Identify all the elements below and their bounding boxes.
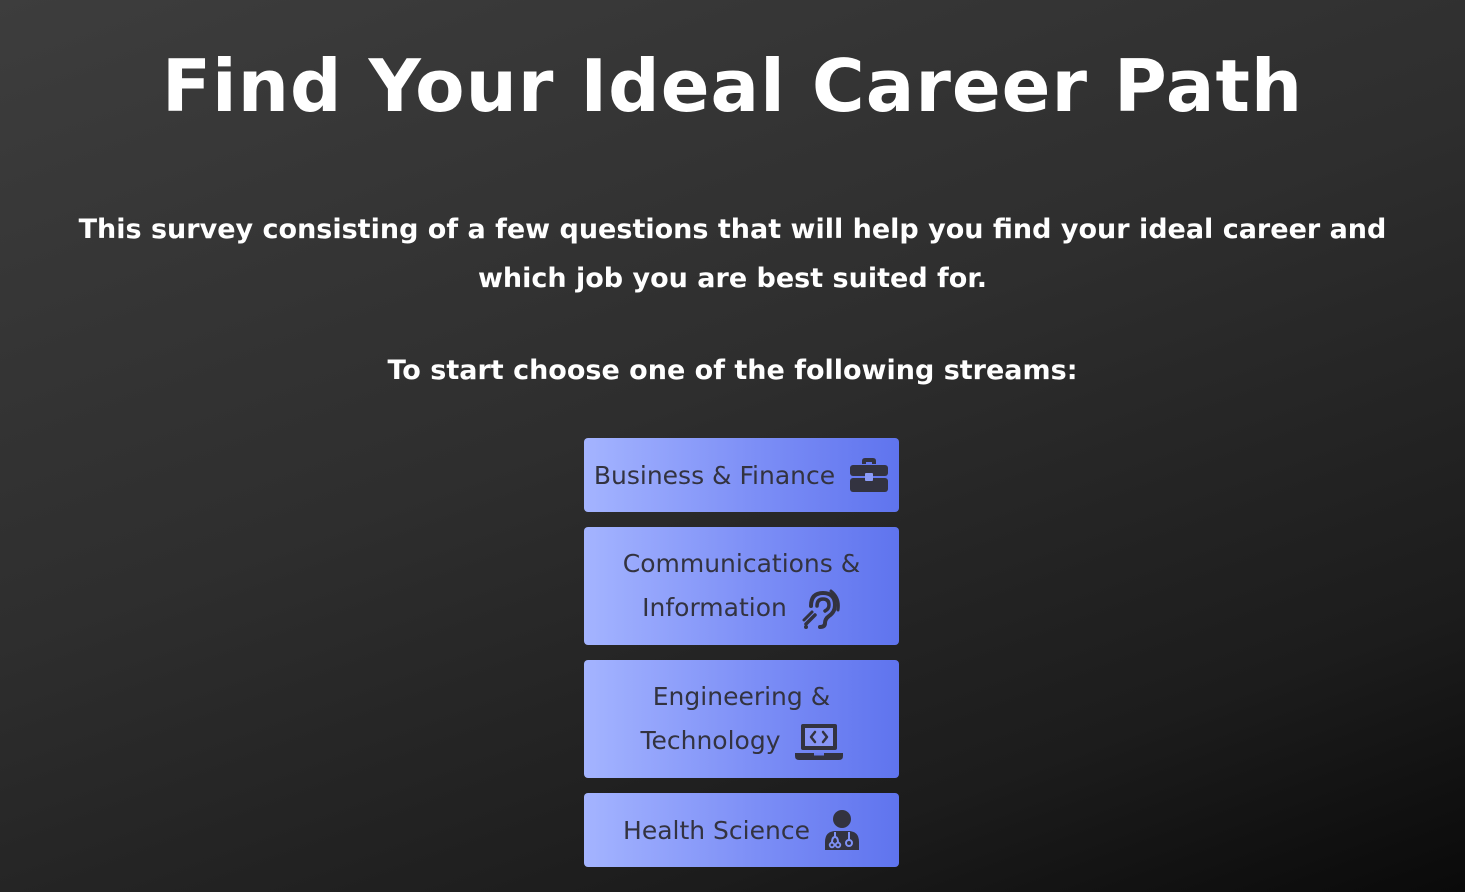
communications-information-button[interactable]: Communications & Information [584,527,899,645]
health-science-label: Health Science [623,815,810,845]
business-finance-label: Business & Finance [593,460,836,490]
engineering-technology-button[interactable]: Engineering & Technology [584,660,899,778]
briefcase-icon [849,458,889,492]
business-finance-button[interactable]: Business & Finance [584,438,899,512]
doctor-icon [824,810,860,850]
laptop-code-icon [794,723,843,761]
page-title: Find Your Ideal Career Path [161,44,1304,128]
stream-list: Business & Finance Communications & Info… [584,438,899,882]
communications-label-line2: Information [642,593,787,622]
engineering-label-line2: Technology [640,726,781,755]
intro-text: This survey consisting of a few question… [78,214,1387,294]
communications-label-line1: Communications & [622,549,861,578]
health-science-button[interactable]: Health Science [584,793,899,867]
hearing-icon [801,589,841,629]
engineering-label-line1: Engineering & [652,682,831,711]
stream-prompt: To start choose one of the following str… [387,355,1078,386]
